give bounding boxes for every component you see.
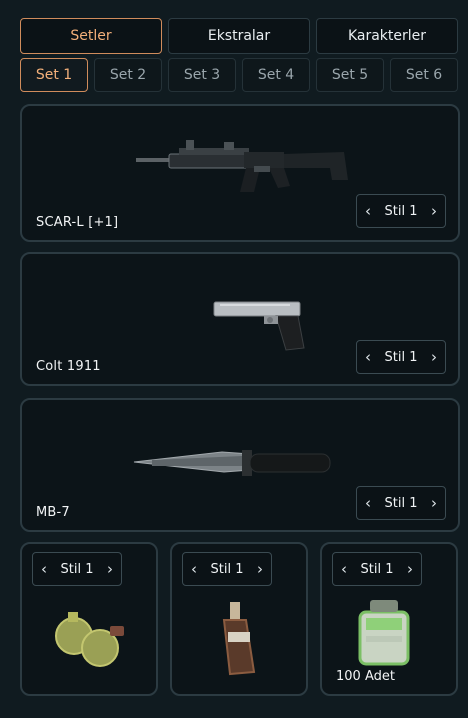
primary-weapon-panel[interactable]: SCAR-L [+1] ‹ Stil 1 › — [20, 104, 460, 242]
tab-set-5-label: Set 5 — [331, 67, 369, 83]
tab-ekstralar[interactable]: Ekstralar — [168, 18, 310, 54]
throwable-panel-grenade[interactable]: ‹ Stil 1 › — [20, 542, 158, 696]
tab-ekstralar-label: Ekstralar — [207, 28, 271, 44]
molotov-icon — [222, 602, 256, 676]
chevron-right-icon[interactable]: › — [431, 494, 437, 512]
tab-karakterler[interactable]: Karakterler — [316, 18, 458, 54]
secondary-style-selector[interactable]: ‹ Stil 1 › — [356, 340, 446, 374]
grenade-style-label: Stil 1 — [60, 561, 94, 577]
smoke-count: 100 Adet — [336, 669, 395, 684]
set-tab-bar: Set 1 Set 2 Set 3 Set 4 Set 5 Set 6 — [20, 58, 458, 92]
tab-set-4-label: Set 4 — [257, 67, 295, 83]
melee-style-selector[interactable]: ‹ Stil 1 › — [356, 486, 446, 520]
chevron-right-icon[interactable]: › — [407, 560, 413, 578]
tab-set-6[interactable]: Set 6 — [390, 58, 458, 92]
tab-set-4[interactable]: Set 4 — [242, 58, 310, 92]
chevron-left-icon[interactable]: ‹ — [365, 494, 371, 512]
tab-set-5[interactable]: Set 5 — [316, 58, 384, 92]
molotov-style-selector[interactable]: ‹ Stil 1 › — [182, 552, 272, 586]
rifle-icon — [136, 140, 348, 192]
tab-set-6-label: Set 6 — [405, 67, 443, 83]
grenade-style-selector[interactable]: ‹ Stil 1 › — [32, 552, 122, 586]
chevron-right-icon[interactable]: › — [431, 202, 437, 220]
primary-style-label: Stil 1 — [384, 203, 418, 219]
primary-weapon-name: SCAR-L [+1] — [36, 215, 119, 230]
grenade-icon — [55, 612, 124, 667]
chevron-left-icon[interactable]: ‹ — [41, 560, 47, 578]
tab-set-1-label: Set 1 — [35, 67, 73, 83]
chevron-left-icon[interactable]: ‹ — [365, 202, 371, 220]
smoke-style-label: Stil 1 — [360, 561, 394, 577]
chevron-right-icon[interactable]: › — [257, 560, 263, 578]
throwable-panel-molotov[interactable]: ‹ Stil 1 › — [170, 542, 308, 696]
pistol-icon — [213, 301, 305, 351]
melee-style-label: Stil 1 — [384, 495, 418, 511]
melee-weapon-name: MB-7 — [36, 505, 70, 520]
chevron-left-icon[interactable]: ‹ — [365, 348, 371, 366]
tab-set-3[interactable]: Set 3 — [168, 58, 236, 92]
knife-icon — [133, 450, 331, 476]
secondary-style-label: Stil 1 — [384, 349, 418, 365]
tab-set-1[interactable]: Set 1 — [20, 58, 88, 92]
throwable-panel-smoke[interactable]: ‹ Stil 1 › 100 Adet — [320, 542, 458, 696]
smoke-style-selector[interactable]: ‹ Stil 1 › — [332, 552, 422, 586]
chevron-left-icon[interactable]: ‹ — [341, 560, 347, 578]
secondary-weapon-panel[interactable]: Colt 1911 ‹ Stil 1 › — [20, 252, 460, 386]
secondary-weapon-name: Colt 1911 — [36, 359, 101, 374]
tab-setler-label: Setler — [70, 28, 112, 44]
main-tab-bar: Setler Ekstralar Karakterler — [20, 18, 458, 54]
tab-setler[interactable]: Setler — [20, 18, 162, 54]
tab-set-2-label: Set 2 — [109, 67, 147, 83]
tab-set-3-label: Set 3 — [183, 67, 221, 83]
loadout-screen: Setler Ekstralar Karakterler Set 1 Set 2… — [0, 0, 468, 718]
chevron-left-icon[interactable]: ‹ — [191, 560, 197, 578]
chevron-right-icon[interactable]: › — [107, 560, 113, 578]
tab-set-2[interactable]: Set 2 — [94, 58, 162, 92]
melee-weapon-panel[interactable]: MB-7 ‹ Stil 1 › — [20, 398, 460, 532]
molotov-style-label: Stil 1 — [210, 561, 244, 577]
chevron-right-icon[interactable]: › — [431, 348, 437, 366]
tab-karakterler-label: Karakterler — [347, 28, 427, 44]
primary-style-selector[interactable]: ‹ Stil 1 › — [356, 194, 446, 228]
